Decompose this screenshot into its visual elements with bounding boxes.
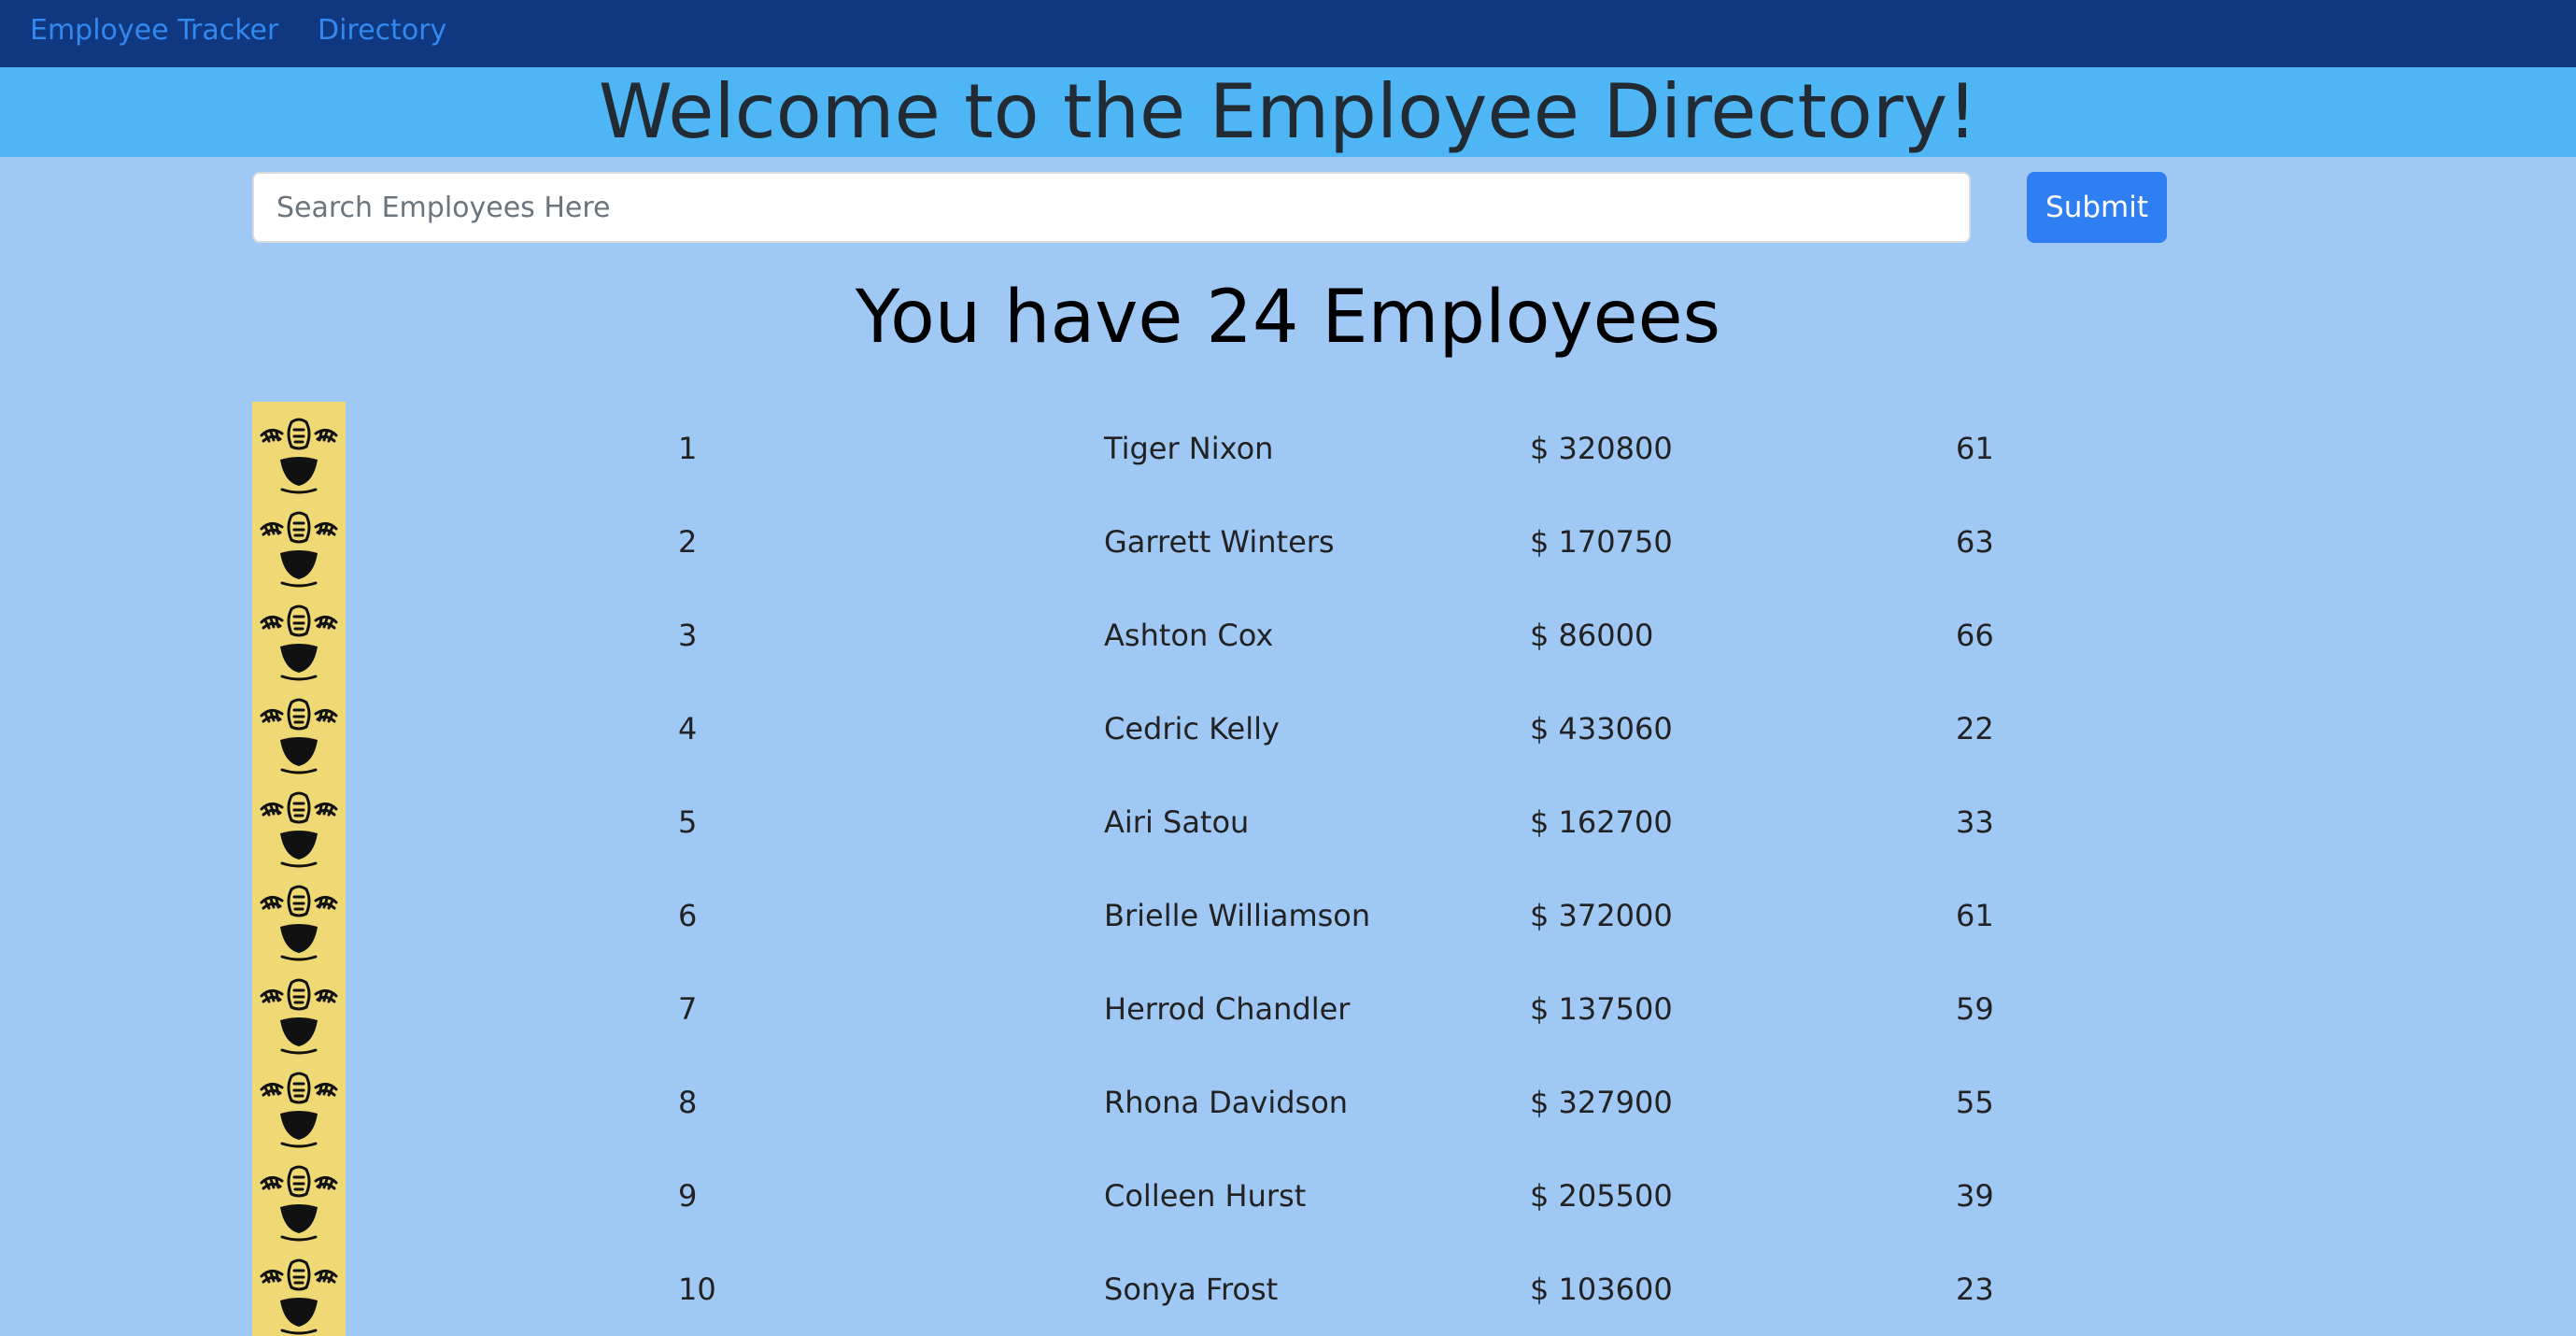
employee-age: 23	[1956, 1272, 1994, 1307]
employee-age: 63	[1956, 524, 1994, 560]
laughing-face-icon	[252, 1056, 346, 1149]
employee-age: 66	[1956, 618, 1994, 653]
laughing-face-icon	[252, 402, 346, 495]
employee-id: 9	[678, 1178, 698, 1214]
table-row: 5 Airi Satou $ 162700 33	[0, 775, 2576, 869]
employee-name: Airi Satou	[1104, 804, 1250, 840]
employee-id: 1	[678, 431, 698, 466]
employee-age: 33	[1956, 804, 1994, 840]
employee-id: 4	[678, 711, 698, 746]
employee-age: 39	[1956, 1178, 1994, 1214]
table-row: 2 Garrett Winters $ 170750 63	[0, 495, 2576, 589]
table-row: 6 Brielle Williamson $ 372000 61	[0, 869, 2576, 962]
laughing-face-icon	[252, 589, 346, 682]
employee-name: Ashton Cox	[1104, 618, 1274, 653]
employee-salary: $ 433060	[1530, 711, 1673, 746]
employee-name: Herrod Chandler	[1104, 991, 1351, 1027]
employee-name: Colleen Hurst	[1104, 1178, 1307, 1214]
employee-age: 61	[1956, 431, 1994, 466]
employee-age: 55	[1956, 1085, 1994, 1120]
employee-age: 59	[1956, 991, 1994, 1027]
table-row: 10 Sonya Frost $ 103600 23	[0, 1243, 2576, 1336]
employee-name: Sonya Frost	[1104, 1272, 1279, 1307]
laughing-face-icon	[252, 869, 346, 962]
page-title: Welcome to the Employee Directory!	[598, 68, 1978, 155]
employee-id: 10	[678, 1272, 716, 1307]
employee-name: Tiger Nixon	[1104, 431, 1274, 466]
employee-salary: $ 327900	[1530, 1085, 1673, 1120]
table-row: 4 Cedric Kelly $ 433060 22	[0, 682, 2576, 775]
employee-age: 22	[1956, 711, 1994, 746]
employee-name: Cedric Kelly	[1104, 711, 1280, 746]
laughing-face-icon	[252, 1243, 346, 1336]
employee-id: 7	[678, 991, 698, 1027]
search-input[interactable]	[252, 172, 1971, 243]
employee-id: 8	[678, 1085, 698, 1120]
employee-count-heading: You have 24 Employees	[855, 276, 1721, 360]
table-row: 3 Ashton Cox $ 86000 66	[0, 589, 2576, 682]
employee-salary: $ 205500	[1530, 1178, 1673, 1214]
employee-id: 6	[678, 898, 698, 933]
laughing-face-icon	[252, 1149, 346, 1243]
employee-salary: $ 137500	[1530, 991, 1673, 1027]
employee-name: Garrett Winters	[1104, 524, 1335, 560]
employee-salary: $ 372000	[1530, 898, 1673, 933]
employee-id: 3	[678, 618, 698, 653]
nav-brand-link[interactable]: Employee Tracker	[30, 0, 278, 62]
employee-age: 61	[1956, 898, 1994, 933]
top-navbar: Employee Tracker Directory	[0, 0, 2576, 67]
page-header: Welcome to the Employee Directory!	[0, 67, 2576, 157]
table-row: 9 Colleen Hurst $ 205500 39	[0, 1149, 2576, 1243]
nav-directory-link[interactable]: Directory	[318, 0, 446, 62]
employee-name: Brielle Williamson	[1104, 898, 1371, 933]
employee-salary: $ 320800	[1530, 431, 1673, 466]
table-row: 8 Rhona Davidson $ 327900 55	[0, 1056, 2576, 1149]
employee-salary: $ 103600	[1530, 1272, 1673, 1307]
employee-name: Rhona Davidson	[1104, 1085, 1349, 1120]
laughing-face-icon	[252, 682, 346, 775]
employee-id: 2	[678, 524, 698, 560]
employee-id: 5	[678, 804, 698, 840]
employee-salary: $ 86000	[1530, 618, 1654, 653]
table-row: 1 Tiger Nixon $ 320800 61	[0, 402, 2576, 495]
laughing-face-icon	[252, 495, 346, 589]
table-row: 7 Herrod Chandler $ 137500 59	[0, 962, 2576, 1056]
employee-salary: $ 170750	[1530, 524, 1673, 560]
laughing-face-icon	[252, 962, 346, 1056]
employee-salary: $ 162700	[1530, 804, 1673, 840]
submit-button[interactable]: Submit	[2027, 172, 2167, 243]
laughing-face-icon	[252, 775, 346, 869]
